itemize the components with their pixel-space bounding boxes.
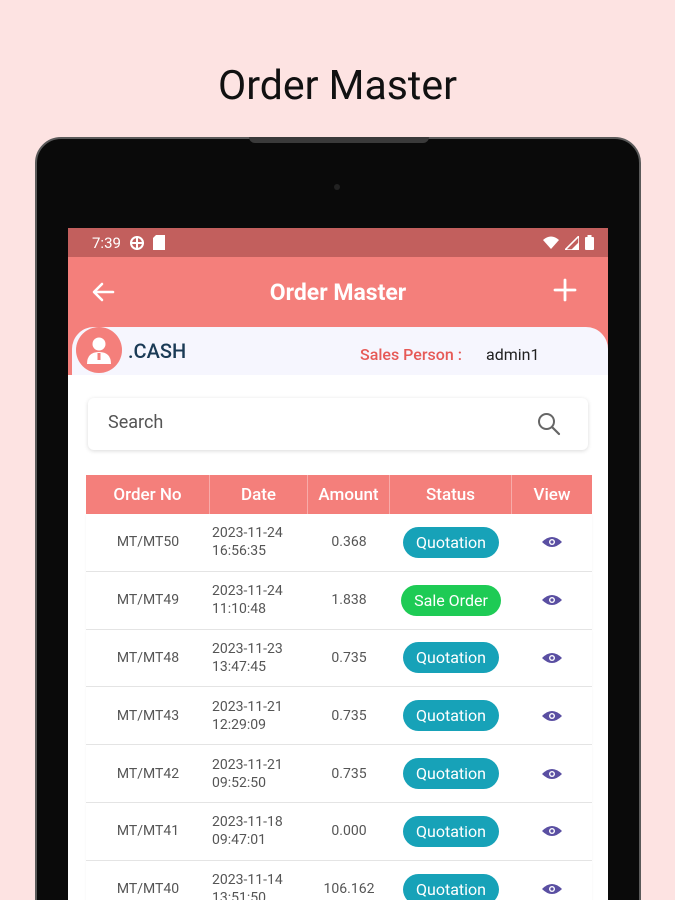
order-no: MT/MT49 xyxy=(116,592,180,609)
user-icon xyxy=(87,337,111,364)
order-time: 13:51:50 xyxy=(212,890,266,900)
table-row[interactable]: MT/MT49 2023-11-24 11:10:48 1.838 Sale Or… xyxy=(86,571,592,630)
app-bar: Order Master xyxy=(68,257,608,327)
table-row[interactable]: MT/MT41 2023-11-18 09:47:01 0.000 Quotati… xyxy=(86,802,592,861)
avatar xyxy=(76,327,122,373)
table-row[interactable]: MT/MT43 2023-11-21 12:29:09 0.735 Quotati… xyxy=(86,687,592,746)
status-bar: 7:39 xyxy=(68,228,608,257)
order-no: MT/MT50 xyxy=(116,534,180,551)
app-title: Order Master xyxy=(269,278,407,306)
status-badge: Quotation xyxy=(403,873,499,900)
column-header-status: Status xyxy=(390,475,512,514)
status-badge: Quotation xyxy=(403,758,499,790)
column-header-order-no: Order No xyxy=(86,475,210,514)
customer-card[interactable]: .CASH Sales Person : admin1 xyxy=(72,327,608,375)
order-time: 16:56:35 xyxy=(212,543,266,560)
column-header-amount: Amount xyxy=(308,475,390,514)
sales-person-value: admin1 xyxy=(486,345,540,364)
order-no: MT/MT42 xyxy=(116,765,180,782)
status-badge: Quotation xyxy=(403,815,499,847)
table-row[interactable]: MT/MT48 2023-11-23 13:47:45 0.735 Quotati… xyxy=(86,629,592,688)
wifi-icon xyxy=(543,236,559,249)
arrow-back-icon[interactable] xyxy=(88,277,118,307)
search-box xyxy=(88,398,588,450)
signal-icon xyxy=(565,235,579,250)
column-header-date: Date xyxy=(210,475,308,514)
order-no: MT/MT43 xyxy=(116,707,180,724)
order-time: 09:52:50 xyxy=(212,774,266,791)
order-date: 2023-11-21 xyxy=(212,756,283,773)
column-header-view: View xyxy=(533,484,571,505)
order-datetime: 2023-11-21 12:29:09 xyxy=(210,698,308,734)
order-no: MT/MT40 xyxy=(116,881,180,898)
order-date: 2023-11-18 xyxy=(212,814,283,831)
order-no: MT/MT48 xyxy=(116,649,180,666)
order-datetime: 2023-11-18 09:47:01 xyxy=(210,813,308,849)
order-amount: 1.838 xyxy=(331,592,367,609)
order-date: 2023-11-21 xyxy=(212,698,283,715)
order-time: 09:47:01 xyxy=(212,832,266,849)
customer-name: .CASH xyxy=(128,339,187,363)
search-icon[interactable] xyxy=(536,411,562,437)
eye-icon[interactable] xyxy=(541,535,563,549)
eye-icon[interactable] xyxy=(541,824,563,838)
order-amount: 0.000 xyxy=(331,823,367,840)
order-amount: 106.162 xyxy=(323,881,375,898)
table-header: Order No Date Amount Status View xyxy=(86,475,592,514)
order-date: 2023-11-24 xyxy=(212,583,283,600)
promo-title: Order Master xyxy=(218,62,457,110)
eye-icon[interactable] xyxy=(541,593,563,607)
table-row[interactable]: MT/MT40 2023-11-14 13:51:50 106.162 Quota… xyxy=(86,860,592,900)
camera-icon xyxy=(334,184,340,190)
order-datetime: 2023-11-21 09:52:50 xyxy=(210,756,308,792)
order-time: 12:29:09 xyxy=(212,716,266,733)
order-amount: 0.735 xyxy=(331,649,367,666)
table-row[interactable]: MT/MT42 2023-11-21 09:52:50 0.735 Quotati… xyxy=(86,745,592,803)
order-datetime: 2023-11-24 16:56:35 xyxy=(210,524,308,560)
settings-icon xyxy=(129,235,144,250)
order-time: 11:10:48 xyxy=(212,601,266,618)
order-time: 13:47:45 xyxy=(212,658,266,675)
order-no: MT/MT41 xyxy=(116,823,180,840)
eye-icon[interactable] xyxy=(541,709,563,723)
table-row[interactable]: MT/MT50 2023-11-24 16:56:35 0.368 Quotati… xyxy=(86,514,592,572)
status-badge: Quotation xyxy=(403,642,499,674)
status-badge: Quotation xyxy=(403,526,499,558)
plus-icon[interactable] xyxy=(550,275,580,305)
order-amount: 0.368 xyxy=(331,534,367,551)
eye-icon[interactable] xyxy=(541,767,563,781)
eye-icon[interactable] xyxy=(541,882,563,896)
search-input[interactable] xyxy=(108,412,508,433)
status-badge: Quotation xyxy=(403,700,499,732)
customer-band: .CASH Sales Person : admin1 xyxy=(68,327,608,375)
order-datetime: 2023-11-23 13:47:45 xyxy=(210,640,308,676)
order-datetime: 2023-11-24 11:10:48 xyxy=(210,582,308,618)
eye-icon[interactable] xyxy=(541,651,563,665)
device-notch xyxy=(249,137,429,143)
app-screen: 7:39 Order Master .CASH Sales Person: a… xyxy=(68,228,608,900)
order-datetime: 2023-11-14 13:51:50 xyxy=(210,871,308,900)
order-amount: 0.735 xyxy=(331,707,367,724)
sd-card-icon xyxy=(152,235,165,250)
status-time: 7:39 xyxy=(92,233,121,252)
order-date: 2023-11-24 xyxy=(212,525,283,542)
status-badge: Sale Order xyxy=(401,584,501,616)
battery-icon xyxy=(585,235,594,250)
order-date: 2023-11-23 xyxy=(212,640,283,657)
order-date: 2023-11-14 xyxy=(212,872,283,889)
orders-table: Order No Date Amount Status View MT/MT50… xyxy=(86,475,592,900)
order-amount: 0.735 xyxy=(331,765,367,782)
sales-person-label: Sales Person : xyxy=(360,345,462,364)
